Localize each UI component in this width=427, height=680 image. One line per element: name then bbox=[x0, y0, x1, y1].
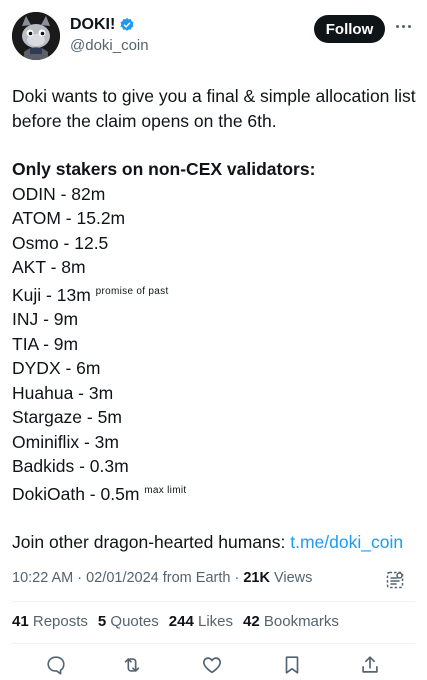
allocation-item: Osmo - 12.5 bbox=[12, 232, 109, 253]
follow-button[interactable]: Follow bbox=[314, 15, 385, 43]
name-row: DOKI! bbox=[70, 16, 135, 34]
allocation-note: max limit bbox=[144, 484, 187, 496]
allocation-list: ODIN - 82m ATOM - 15.2m Osmo - 12.5 AKT … bbox=[12, 182, 417, 507]
like-icon[interactable] bbox=[199, 652, 225, 678]
tweet-intro: Doki wants to give you a final & simple … bbox=[12, 86, 416, 131]
tweet-cta: Join other dragon-hearted humans: t.me/d… bbox=[12, 532, 404, 552]
allocation-item: DYDX - 6m bbox=[12, 358, 101, 378]
tweet-time[interactable]: 10:22 AM bbox=[12, 570, 73, 586]
allocation-item: Badkids - 0.3m bbox=[12, 456, 129, 476]
tweet-source: from Earth bbox=[158, 570, 231, 586]
more-icon[interactable] bbox=[394, 21, 412, 31]
allocation-item: INJ - 9m bbox=[12, 309, 79, 329]
likes-stat[interactable]: 244 Likes bbox=[169, 613, 233, 630]
bookmark-icon[interactable] bbox=[279, 652, 305, 678]
divider bbox=[12, 601, 415, 602]
author-display-name[interactable]: DOKI! bbox=[70, 16, 115, 34]
allocation-item: Huahua - 3m bbox=[12, 382, 114, 403]
reply-icon[interactable] bbox=[43, 652, 69, 678]
allocation-item: Stargaze - 5m bbox=[12, 407, 122, 427]
tweet-text: Doki wants to give you a final & simple … bbox=[12, 84, 417, 555]
engagement-stats: 41 Reposts 5 Quotes 244 Likes 42 Bookmar… bbox=[12, 613, 339, 630]
repost-icon[interactable] bbox=[119, 652, 145, 678]
allocation-item: Kuji - 13m promise of past bbox=[12, 284, 169, 305]
quotes-stat[interactable]: 5 Quotes bbox=[98, 613, 159, 630]
views-count: 21K bbox=[243, 570, 270, 586]
author-handle[interactable]: @doki_coin bbox=[70, 37, 149, 54]
allocation-item: Ominiflix - 3m bbox=[12, 431, 119, 452]
reposts-stat[interactable]: 41 Reposts bbox=[12, 613, 88, 630]
allocation-item: DokiOath - 0.5m max limit bbox=[12, 483, 187, 504]
divider bbox=[12, 643, 415, 644]
tweet-meta: 10:22 AM · 02/01/2024 from Earth · 21K V… bbox=[12, 570, 313, 586]
tweet-header: DOKI! @doki_coin Follow bbox=[0, 0, 427, 68]
avatar[interactable] bbox=[12, 12, 60, 60]
telegram-link[interactable]: t.me/doki_coin bbox=[290, 532, 403, 552]
verified-badge-icon bbox=[119, 17, 135, 33]
action-bar bbox=[0, 652, 427, 680]
bookmarks-stat[interactable]: 42 Bookmarks bbox=[243, 613, 339, 630]
allocation-item: ODIN - 82m bbox=[12, 183, 106, 204]
allocation-item: ATOM - 15.2m bbox=[12, 208, 126, 228]
allocation-item: TIA - 9m bbox=[12, 333, 79, 354]
allocation-heading: Only stakers on non-CEX validators: bbox=[12, 159, 316, 179]
share-icon[interactable] bbox=[357, 652, 383, 678]
views-label: Views bbox=[269, 570, 313, 586]
tweet-date[interactable]: 02/01/2024 bbox=[86, 570, 159, 586]
allocation-item: AKT - 8m bbox=[12, 257, 86, 277]
grok-icon[interactable] bbox=[385, 570, 405, 590]
allocation-note: promise of past bbox=[95, 285, 169, 297]
